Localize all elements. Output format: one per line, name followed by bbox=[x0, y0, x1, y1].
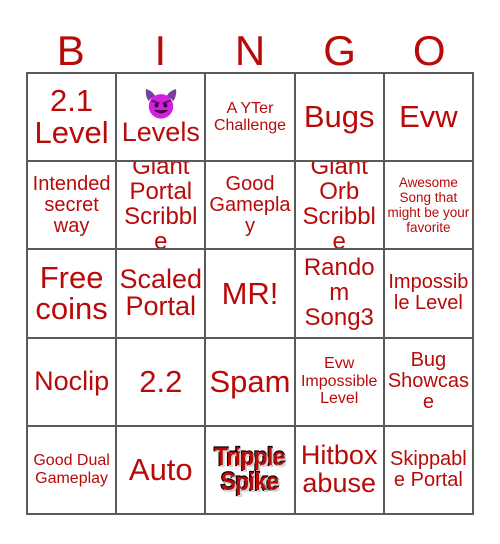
bingo-cell-label: Bug Showcase bbox=[387, 348, 469, 414]
bingo-header-cell-o: O bbox=[384, 18, 474, 72]
bingo-cell-label: Awesome Song that might be your favorite bbox=[387, 175, 470, 236]
bingo-header-cell-n: N bbox=[205, 18, 295, 72]
bingo-cell-label: Bugs bbox=[303, 99, 375, 135]
bingo-cell-label: Evw bbox=[399, 99, 458, 135]
bingo-cell-label: Hitbox abuse bbox=[300, 440, 378, 498]
bingo-cell-label: Auto bbox=[128, 452, 193, 488]
bingo-cell-label: Intended secret way bbox=[32, 172, 111, 237]
bingo-cell-g1[interactable]: Bugs bbox=[295, 74, 385, 163]
bingo-cell-g5[interactable]: Hitbox abuse bbox=[295, 426, 385, 515]
bingo-cell-label: Evw Impossible Level bbox=[300, 355, 378, 408]
bingo-cell-o3[interactable]: Impossible Level bbox=[384, 250, 474, 339]
bingo-header-row: BINGO bbox=[26, 18, 474, 72]
bingo-cell-i4[interactable]: 2.2 bbox=[117, 338, 207, 427]
bingo-cell-label: Random Song3 bbox=[303, 254, 375, 331]
bingo-cell-o4[interactable]: Bug Showcase bbox=[384, 338, 474, 427]
bingo-cell-b3[interactable]: Free coins bbox=[28, 250, 118, 339]
bingo-header-cell-g: G bbox=[295, 18, 385, 72]
bingo-cell-label: A YTer Challenge bbox=[213, 99, 287, 135]
bingo-cell-n5[interactable]: Tripple Spike bbox=[206, 426, 296, 515]
bingo-cell-label: Giant Portal Scribble bbox=[124, 162, 198, 251]
bingo-cell-g2[interactable]: Giant Orb Scribble bbox=[295, 162, 385, 251]
bingo-cell-label: 2.2 bbox=[139, 363, 183, 399]
bingo-header-letter: N bbox=[234, 27, 266, 74]
bingo-cell-label: Skippable Portal bbox=[390, 447, 467, 491]
bingo-cell-label: MR! bbox=[221, 275, 279, 311]
bingo-cell-i2[interactable]: Giant Portal Scribble bbox=[117, 162, 207, 251]
bingo-header-cell-i: I bbox=[116, 18, 206, 72]
bingo-cell-b4[interactable]: Noclip bbox=[28, 338, 118, 427]
bingo-cell-label: 2.1 Level bbox=[34, 83, 109, 151]
bingo-cell-o1[interactable]: Evw bbox=[384, 74, 474, 163]
bingo-cell-label: Scaled Portal bbox=[119, 263, 203, 322]
bingo-cell-g4[interactable]: Evw Impossible Level bbox=[295, 338, 385, 427]
bingo-cell-label: Levels bbox=[121, 116, 200, 147]
bingo-cell-label: Good Dual Gameplay bbox=[33, 452, 110, 487]
smiling-face-with-horns-emoji bbox=[144, 88, 178, 119]
bingo-cell-i5[interactable]: Auto bbox=[117, 426, 207, 515]
bingo-cell-n4[interactable]: Spam bbox=[206, 338, 296, 427]
bingo-card: B I N G O 2.1 Level Levels A YTer Challenge Bug… bbox=[0, 0, 500, 544]
bingo-grid: 2.1 Level Levels A YTer Challenge Bugs Evw In… bbox=[26, 72, 474, 515]
bingo-cell-o5[interactable]: Skippable Portal bbox=[384, 426, 474, 515]
bingo-cell-label: Spam bbox=[209, 363, 291, 399]
bingo-header-letter: G bbox=[323, 27, 356, 74]
bingo-header-letter: O bbox=[412, 27, 446, 74]
bingo-cell-label: Noclip bbox=[34, 365, 110, 396]
bingo-cell-n3[interactable]: MR! bbox=[206, 250, 296, 339]
bingo-cell-label: Impossible Level bbox=[388, 271, 469, 315]
bingo-cell-label: Tripple Spike bbox=[214, 442, 287, 496]
bingo-cell-g3[interactable]: Random Song3 bbox=[295, 250, 385, 339]
bingo-cell-i1[interactable]: Levels bbox=[117, 74, 207, 163]
bingo-cell-n1[interactable]: A YTer Challenge bbox=[206, 74, 296, 163]
bingo-cell-n2[interactable]: Good Gameplay bbox=[206, 162, 296, 251]
bingo-header-letter: B bbox=[56, 27, 85, 74]
bingo-cell-i3[interactable]: Scaled Portal bbox=[117, 250, 207, 339]
bingo-header-letter: I bbox=[154, 27, 167, 74]
bingo-cell-b5[interactable]: Good Dual Gameplay bbox=[28, 426, 118, 515]
bingo-cell-b1[interactable]: 2.1 Level bbox=[28, 74, 118, 163]
bingo-cell-o2[interactable]: Awesome Song that might be your favorite bbox=[384, 162, 474, 251]
bingo-cell-b2[interactable]: Intended secret way bbox=[28, 162, 118, 251]
bingo-cell-label: Giant Orb Scribble bbox=[302, 162, 376, 251]
bingo-cell-label: Free coins bbox=[35, 259, 108, 327]
bingo-header-cell-b: B bbox=[26, 18, 116, 72]
bingo-cell-label: Good Gameplay bbox=[209, 172, 291, 237]
